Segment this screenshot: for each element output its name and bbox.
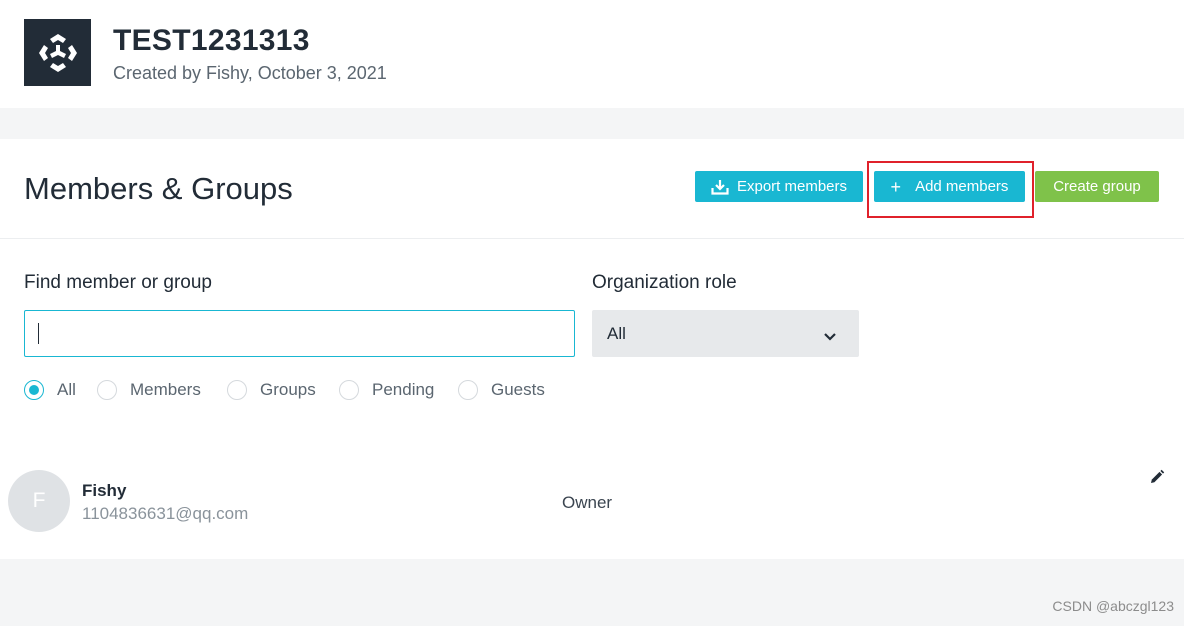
download-icon — [711, 179, 729, 195]
edit-pencil-icon[interactable] — [1149, 469, 1165, 485]
search-input[interactable] — [24, 310, 575, 357]
add-members-label: Add members — [915, 178, 1009, 195]
radio-guests[interactable]: Guests — [458, 378, 545, 402]
unity-logo-icon — [24, 19, 91, 86]
organization-role-label: Organization role — [592, 272, 737, 293]
radio-groups[interactable]: Groups — [227, 378, 316, 402]
radio-circle — [24, 380, 44, 400]
member-name: Fishy — [82, 481, 127, 500]
radio-circle — [339, 380, 359, 400]
radio-members[interactable]: Members — [97, 378, 201, 402]
radio-pending[interactable]: Pending — [339, 378, 434, 402]
find-member-label: Find member or group — [24, 272, 212, 293]
chevron-down-icon — [823, 327, 837, 347]
create-group-label: Create group — [1053, 178, 1141, 195]
page-title: Members & Groups — [24, 171, 293, 206]
create-group-button[interactable]: Create group — [1035, 171, 1159, 202]
export-members-label: Export members — [736, 178, 848, 195]
radio-label: Guests — [491, 380, 545, 399]
add-members-button[interactable]: + Add members — [874, 171, 1025, 202]
divider — [0, 238, 1184, 239]
radio-label: All — [57, 380, 76, 399]
org-header: TEST1231313 Created by Fishy, October 3,… — [0, 0, 1184, 108]
members-panel: Members & Groups Export members + Add me… — [0, 139, 1184, 559]
member-role: Owner — [562, 493, 613, 512]
radio-all[interactable]: All — [24, 378, 76, 402]
radio-circle — [97, 380, 117, 400]
member-row[interactable]: F Fishy 1104836631@qq.com Owner — [0, 459, 1184, 549]
role-select-value: All — [607, 323, 626, 343]
org-title: TEST1231313 — [113, 24, 310, 57]
radio-circle — [458, 380, 478, 400]
plus-icon: + — [890, 176, 902, 197]
radio-label: Groups — [260, 380, 316, 399]
text-caret — [38, 323, 39, 344]
member-email: 1104836631@qq.com — [82, 504, 249, 523]
radio-label: Pending — [372, 380, 435, 399]
export-members-button[interactable]: Export members — [695, 171, 863, 202]
avatar: F — [8, 470, 70, 532]
radio-label: Members — [130, 380, 201, 399]
watermark: CSDN @abczgl123 — [1052, 598, 1174, 614]
org-created-info: Created by Fishy, October 3, 2021 — [113, 63, 387, 83]
organization-role-select[interactable]: All — [592, 310, 859, 357]
radio-circle — [227, 380, 247, 400]
